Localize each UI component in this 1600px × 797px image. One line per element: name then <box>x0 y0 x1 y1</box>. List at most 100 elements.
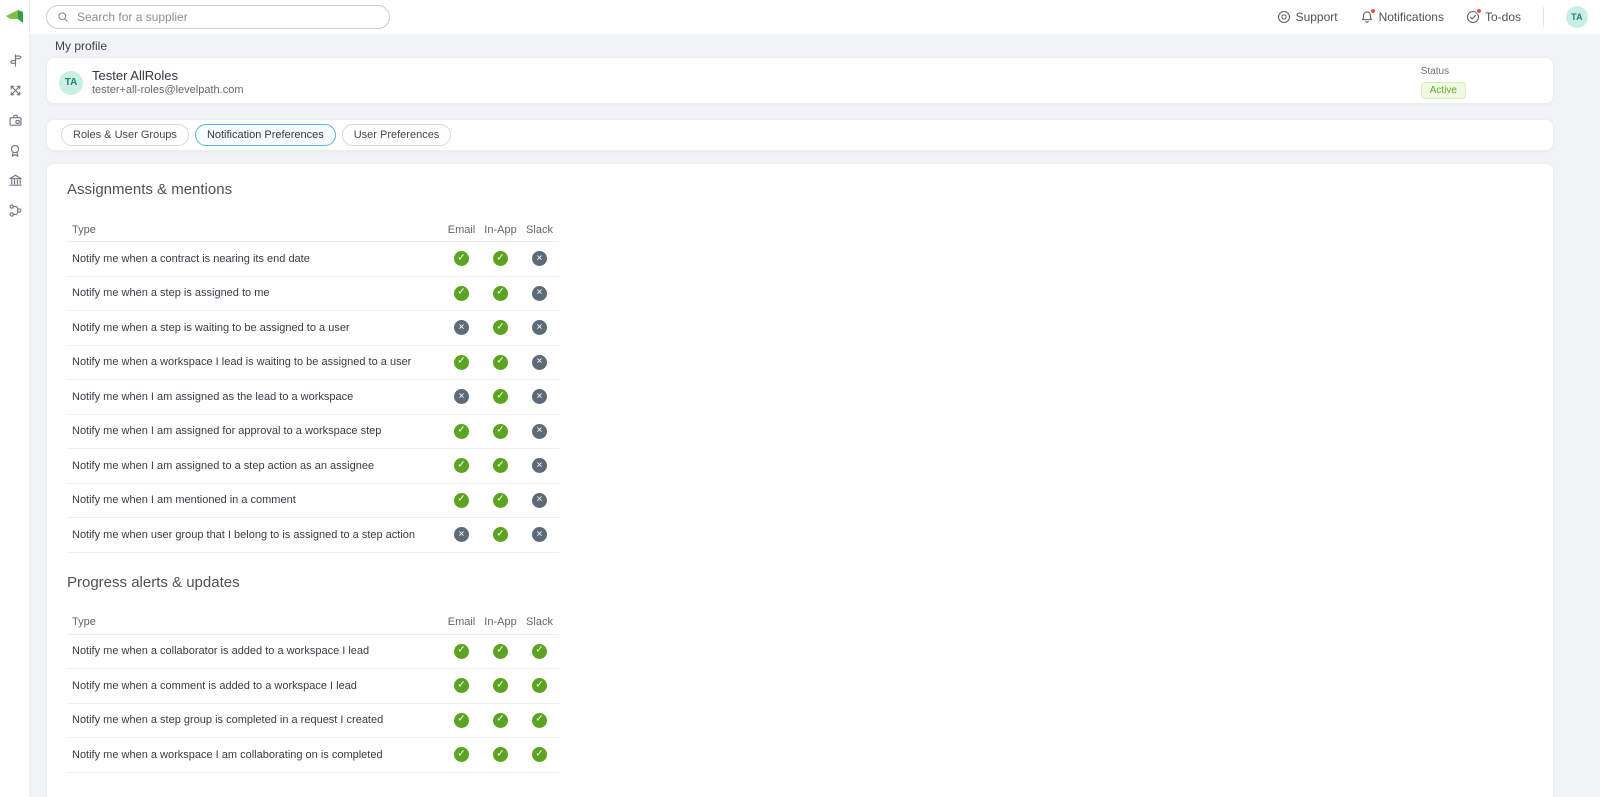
top-action-support[interactable]: Support <box>1277 10 1338 24</box>
notification-table: Type Email In-App Slack Notify me when a… <box>67 611 559 773</box>
search-input[interactable] <box>75 9 379 25</box>
notification-type-label: Notify me when a step is assigned to me <box>72 287 270 300</box>
slack-toggle-disabled[interactable]: ✕ <box>532 389 547 405</box>
notification-type-label: Notify me when I am assigned for approva… <box>72 425 382 438</box>
content-area: My profile TA Tester AllRoles tester+all… <box>30 34 1600 797</box>
email-toggle-enabled[interactable]: ✓ <box>454 458 469 474</box>
slack-toggle-disabled[interactable]: ✕ <box>532 423 547 439</box>
seal-icon[interactable] <box>7 142 23 158</box>
in-app-toggle-enabled[interactable]: ✓ <box>493 527 508 543</box>
notification-type-label: Notify me when a step is waiting to be a… <box>72 321 350 334</box>
slack-toggle-disabled[interactable]: ✕ <box>532 285 547 301</box>
notification-type-label: Notify me when I am assigned as the lead… <box>72 390 354 403</box>
search-icon <box>58 12 68 22</box>
slack-toggle-enabled[interactable]: ✓ <box>532 747 547 763</box>
help-circle-icon <box>1277 10 1291 24</box>
profile-name: Tester AllRoles <box>92 68 178 83</box>
section-title: Assignments & mentions <box>67 181 233 198</box>
notification-type-label: Notify me when I am assigned to a step a… <box>72 459 375 472</box>
top-action-label: Support <box>1295 10 1338 24</box>
breadcrumb: My profile <box>55 39 108 53</box>
levelpath-logo-icon[interactable] <box>5 9 25 25</box>
briefcase-lock-icon[interactable] <box>7 112 23 128</box>
email-toggle-enabled[interactable]: ✓ <box>454 712 469 728</box>
profile-avatar: TA <box>59 70 83 95</box>
in-app-toggle-enabled[interactable]: ✓ <box>493 747 508 763</box>
flow-icon[interactable] <box>7 202 23 218</box>
notification-type-label: Notify me when a contract is nearing its… <box>72 252 310 265</box>
status-badge: Active <box>1420 82 1466 99</box>
table-row: Notify me when a step is waiting to be a… <box>67 311 559 346</box>
top-action-notifications[interactable]: Notifications <box>1360 8 1444 24</box>
tab-notification-preferences[interactable]: Notification Preferences <box>194 124 336 146</box>
slack-toggle-disabled[interactable]: ✕ <box>532 492 547 508</box>
slack-toggle-disabled[interactable]: ✕ <box>532 527 547 543</box>
in-app-toggle-enabled[interactable]: ✓ <box>493 643 508 659</box>
left-sidebar <box>0 0 30 797</box>
slack-toggle-enabled[interactable]: ✓ <box>532 712 547 728</box>
signpost-icon[interactable] <box>7 52 23 68</box>
tab-user-preferences[interactable]: User Preferences <box>341 124 452 146</box>
in-app-toggle-enabled[interactable]: ✓ <box>493 285 508 301</box>
notification-type-label: Notify me when a step group is completed… <box>72 714 384 727</box>
table-row: Notify me when I am assigned as the lead… <box>67 380 559 415</box>
profile-status: Status Active <box>1420 66 1466 99</box>
notification-type-label: Notify me when a workspace I am collabor… <box>72 748 383 761</box>
in-app-toggle-enabled[interactable]: ✓ <box>493 423 508 439</box>
arrows-cross-icon[interactable] <box>7 82 23 98</box>
slack-toggle-disabled[interactable]: ✕ <box>532 251 547 267</box>
email-toggle-disabled[interactable]: ✕ <box>454 389 469 405</box>
sidebar-nav <box>0 52 30 218</box>
email-toggle-enabled[interactable]: ✓ <box>454 354 469 370</box>
in-app-toggle-enabled[interactable]: ✓ <box>493 458 508 474</box>
in-app-toggle-enabled[interactable]: ✓ <box>493 712 508 728</box>
email-toggle-enabled[interactable]: ✓ <box>454 678 469 694</box>
in-app-toggle-enabled[interactable]: ✓ <box>493 492 508 508</box>
supplier-search[interactable] <box>46 5 390 29</box>
in-app-toggle-enabled[interactable]: ✓ <box>493 678 508 694</box>
slack-toggle-disabled[interactable]: ✕ <box>532 458 547 474</box>
email-toggle-enabled[interactable]: ✓ <box>454 423 469 439</box>
slack-toggle-enabled[interactable]: ✓ <box>532 678 547 694</box>
top-action-to-dos[interactable]: To-dos <box>1466 8 1521 24</box>
notification-type-label: Notify me when user group that I belong … <box>72 528 416 541</box>
top-action-label: To-dos <box>1484 10 1521 24</box>
topbar-divider <box>1543 7 1544 27</box>
slack-toggle-disabled[interactable]: ✕ <box>532 320 547 336</box>
user-avatar[interactable]: TA <box>1566 6 1588 28</box>
table-row: Notify me when a comment is added to a w… <box>67 669 559 704</box>
table-row: Notify me when a workspace I am collabor… <box>67 738 559 773</box>
in-app-toggle-enabled[interactable]: ✓ <box>493 354 508 370</box>
check-circle-icon <box>1466 8 1482 24</box>
email-toggle-enabled[interactable]: ✓ <box>454 747 469 763</box>
in-app-toggle-enabled[interactable]: ✓ <box>493 251 508 267</box>
profile-tabs: Roles & User Groups Notification Preferen… <box>46 119 1554 151</box>
app-window: Support Notifications To-dos TA My profi… <box>0 0 1600 797</box>
column-header-slack: Slack <box>526 616 553 628</box>
top-actions: Support Notifications To-dos <box>1277 8 1521 24</box>
email-toggle-enabled[interactable]: ✓ <box>454 492 469 508</box>
notification-dot <box>1369 8 1376 14</box>
email-toggle-enabled[interactable]: ✓ <box>454 285 469 301</box>
table-row: Notify me when a contract is nearing its… <box>67 242 559 277</box>
tab-roles-user-groups[interactable]: Roles & User Groups <box>61 124 189 146</box>
email-toggle-enabled[interactable]: ✓ <box>454 251 469 267</box>
email-toggle-disabled[interactable]: ✕ <box>454 527 469 543</box>
slack-toggle-disabled[interactable]: ✕ <box>532 354 547 370</box>
notification-table: Type Email In-App Slack Notify me when a… <box>67 218 559 553</box>
top-bar: Support Notifications To-dos TA <box>30 0 1600 34</box>
column-header-in-app: In-App <box>484 616 517 628</box>
email-toggle-disabled[interactable]: ✕ <box>454 320 469 336</box>
profile-email: tester+all-roles@levelpath.com <box>92 84 244 96</box>
column-header-type: Type <box>72 616 96 628</box>
slack-toggle-enabled[interactable]: ✓ <box>532 643 547 659</box>
bank-icon[interactable] <box>7 172 23 188</box>
in-app-toggle-enabled[interactable]: ✓ <box>493 389 508 405</box>
email-toggle-enabled[interactable]: ✓ <box>454 643 469 659</box>
table-row: Notify me when I am mentioned in a comme… <box>67 484 559 518</box>
table-row: Notify me when I am assigned for approva… <box>67 415 559 449</box>
table-header-row: Type Email In-App Slack <box>67 611 559 635</box>
notification-section: Assignments & mentions Type Email In-App… <box>67 180 1553 553</box>
in-app-toggle-enabled[interactable]: ✓ <box>493 320 508 336</box>
top-right-cluster: Support Notifications To-dos TA <box>1277 0 1588 34</box>
